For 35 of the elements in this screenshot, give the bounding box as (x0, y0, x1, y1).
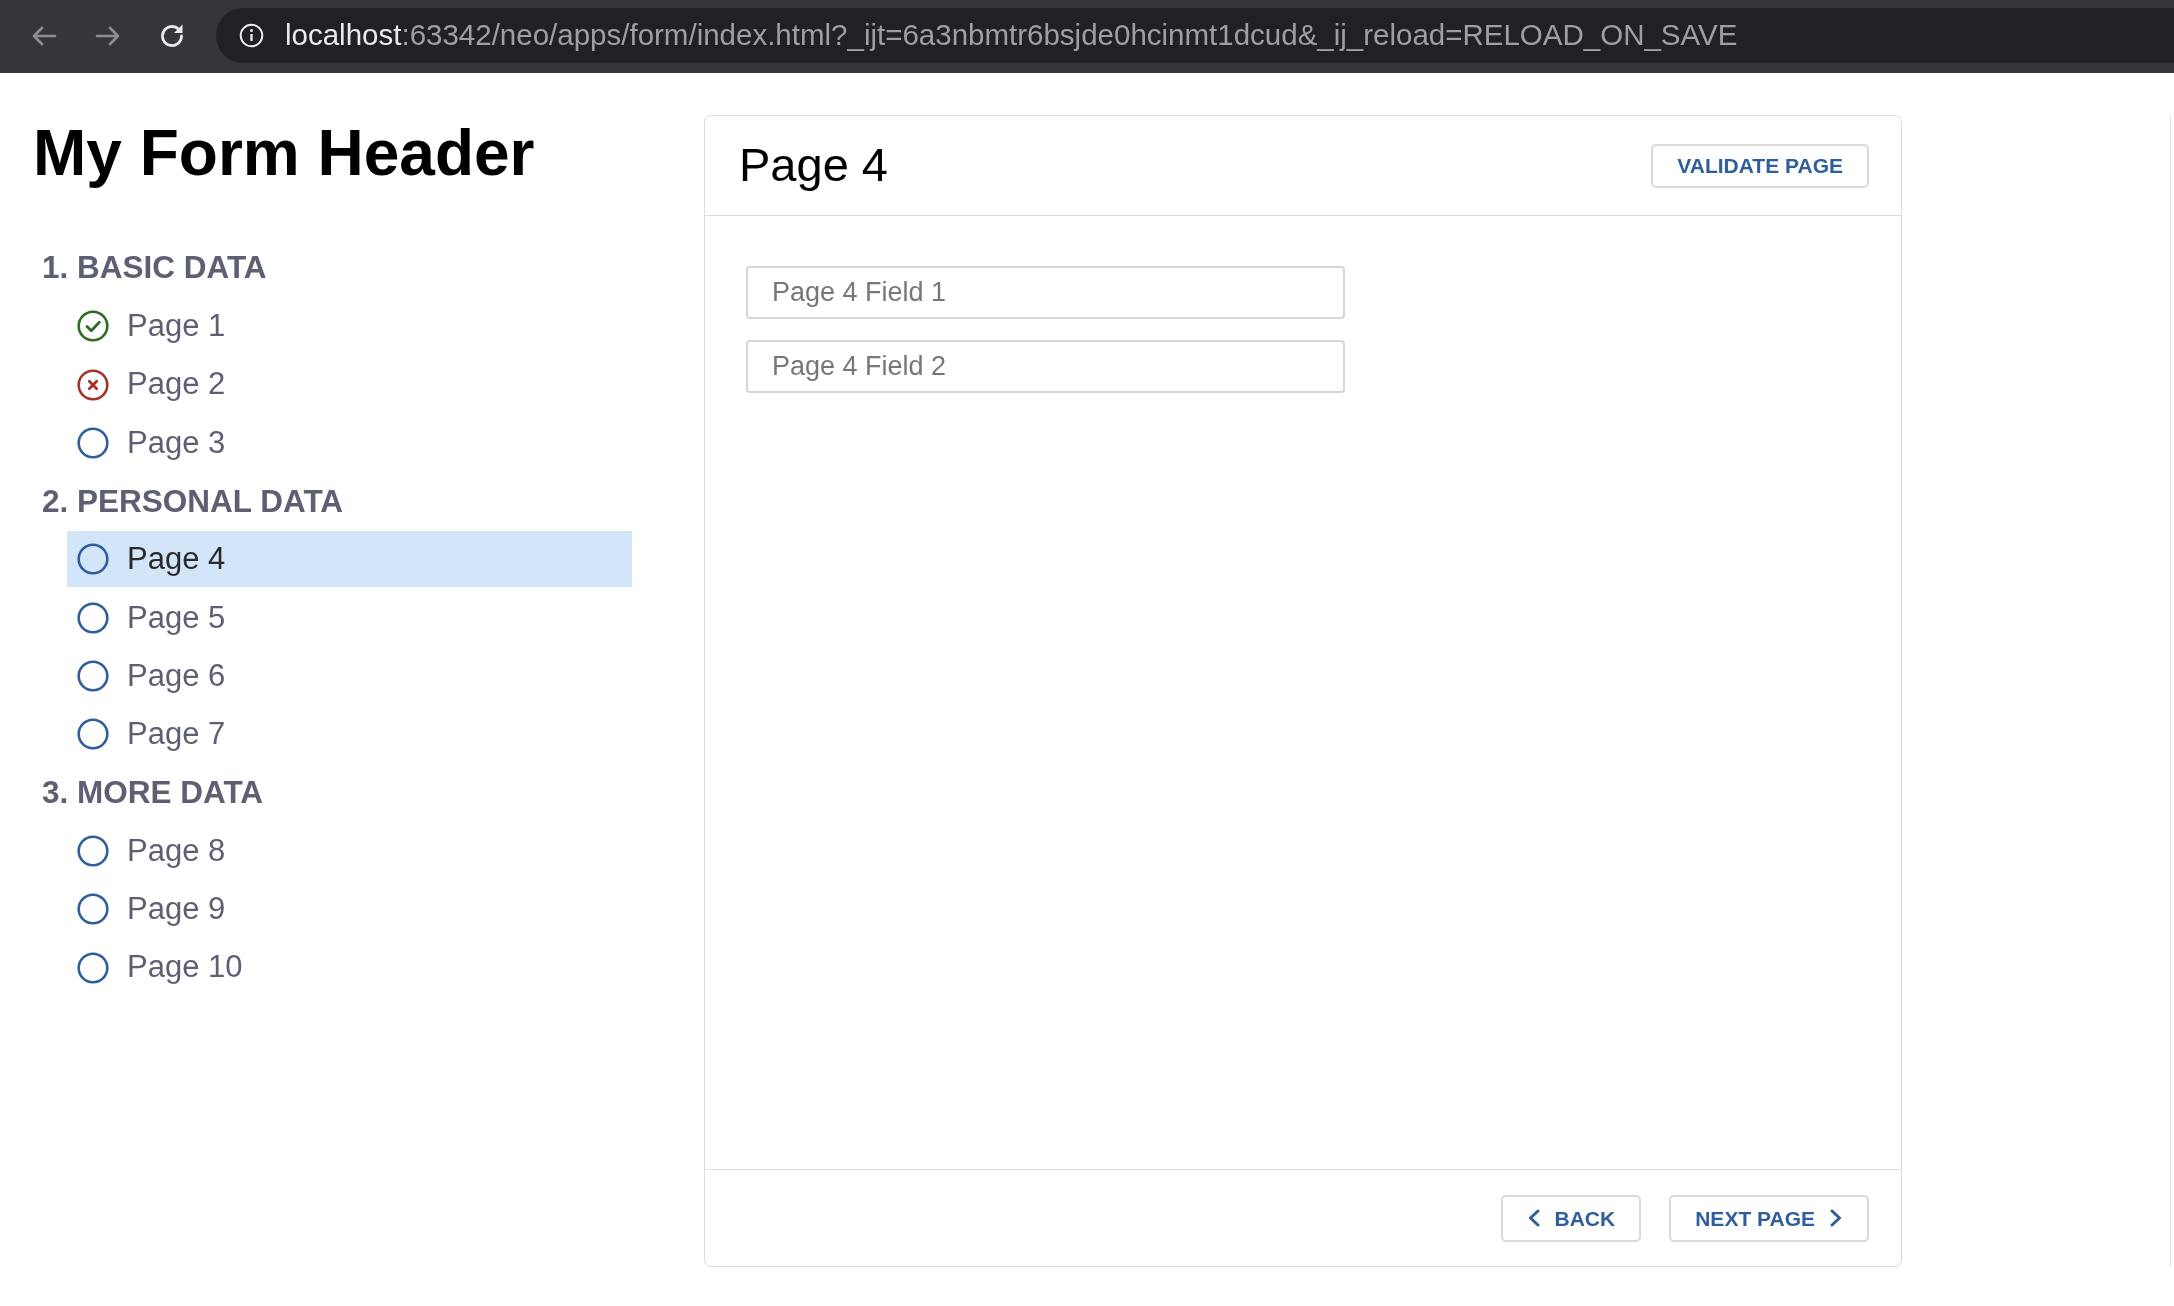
page-nav-item[interactable]: Page 3 (67, 414, 632, 471)
ring-icon (77, 718, 109, 751)
url-text: localhost:63342/neo/apps/form/index.html?_ijt=6a3nbmtr6bsjde0hcinmt1dcud&_ij_reload=RELOAD_ON_SAVE (285, 17, 1738, 54)
page-nav-item[interactable]: Page 8 (67, 822, 632, 879)
check-circle-icon (77, 310, 109, 343)
page-title: Page 4 (739, 137, 888, 194)
next-page-button[interactable]: NEXT PAGE (1669, 1194, 1869, 1242)
page-nav-item[interactable]: Page 10 (67, 939, 632, 996)
text-input[interactable]: Page 4 Field 2 (746, 340, 1345, 393)
page-nav-item[interactable]: Page 7 (67, 706, 632, 763)
info-icon[interactable] (239, 23, 264, 48)
page-nav-item[interactable]: Page 1 (67, 298, 632, 355)
address-bar[interactable]: localhost:63342/neo/apps/form/index.html?_ijt=6a3nbmtr6bsjde0hcinmt1dcud&_ij_reload=RELOAD_ON_SAVE (216, 8, 2174, 63)
ring-icon (77, 601, 109, 634)
section-heading: 2. PERSONAL DATA (41, 481, 345, 521)
form-header: My Form Header (33, 117, 536, 190)
page-nav-item[interactable]: Page 5 (67, 589, 632, 646)
chevron-left-icon (1526, 1209, 1540, 1227)
section-heading: 1. BASIC DATA (41, 248, 268, 288)
ring-icon (77, 893, 109, 926)
validate-page-button[interactable]: VALIDATE PAGE (1651, 143, 1869, 188)
page-nav-item[interactable]: Page 2 (67, 356, 632, 413)
back-button[interactable]: BACK (1500, 1194, 1642, 1242)
page-nav-item[interactable]: Page 4 (67, 531, 632, 588)
ring-icon (77, 660, 109, 693)
text-input[interactable]: Page 4 Field 1 (746, 266, 1345, 319)
ring-icon (77, 951, 109, 984)
page-nav-item[interactable]: Page 6 (67, 648, 632, 705)
section-heading: 3. MORE DATA (41, 773, 265, 813)
page-nav-item[interactable]: Page 9 (67, 881, 632, 938)
chevron-right-icon (1830, 1209, 1843, 1227)
ring-icon (77, 543, 109, 576)
cross-circle-icon (77, 368, 109, 401)
ring-icon (77, 834, 109, 867)
ring-icon (77, 426, 109, 459)
